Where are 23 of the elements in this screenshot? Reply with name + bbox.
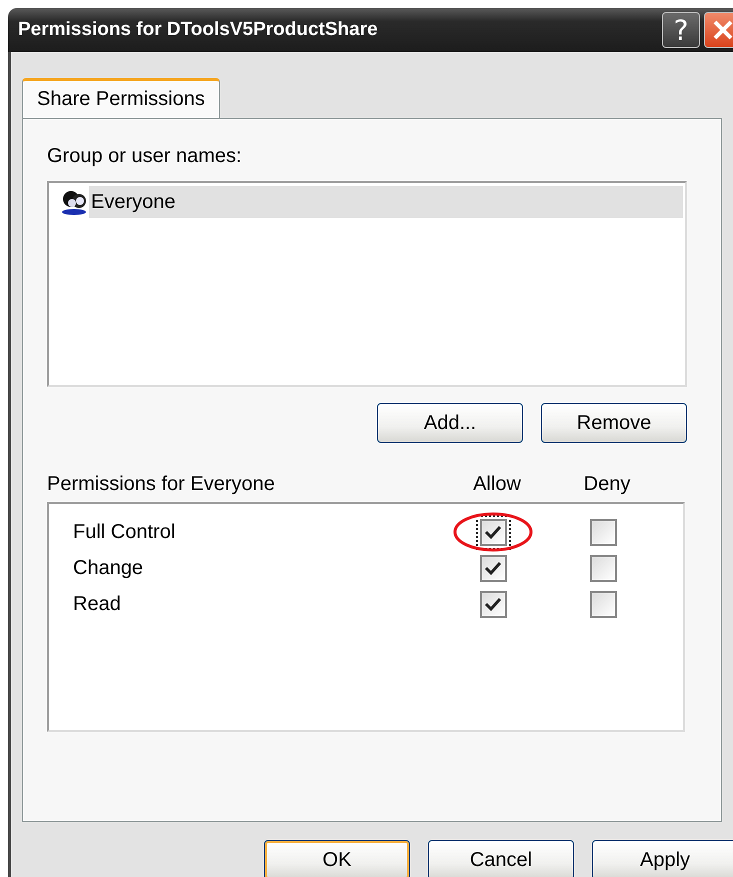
permissions-label: Permissions for Everyone	[47, 473, 276, 496]
help-button[interactable]: ?	[662, 12, 700, 48]
permission-name: Full Control	[73, 520, 176, 544]
window-title: Permissions for DToolsV5ProductShare	[18, 19, 379, 41]
check-icon	[484, 560, 502, 576]
check-icon	[484, 524, 502, 540]
dialog-button[interactable]: Cancel	[428, 840, 574, 877]
users-icon	[61, 189, 89, 215]
list-label: Group or user names:	[47, 145, 243, 169]
list-item[interactable]: Everyone	[89, 186, 683, 218]
dialog-button[interactable]: Apply	[592, 840, 733, 877]
tab[interactable]: Share Permissions	[22, 78, 220, 118]
dialog-button[interactable]: OK	[264, 840, 410, 877]
permission-name: Change	[73, 556, 144, 580]
check-icon	[484, 596, 502, 612]
checkbox[interactable]	[476, 514, 510, 550]
close-icon	[712, 19, 733, 41]
permission-name: Read	[73, 592, 122, 616]
list-button[interactable]: Remove	[541, 403, 687, 443]
column-header: Deny	[582, 473, 632, 496]
column-header: Allow	[472, 473, 522, 496]
list-button[interactable]: Add...	[377, 403, 523, 443]
close-button[interactable]	[704, 12, 733, 48]
